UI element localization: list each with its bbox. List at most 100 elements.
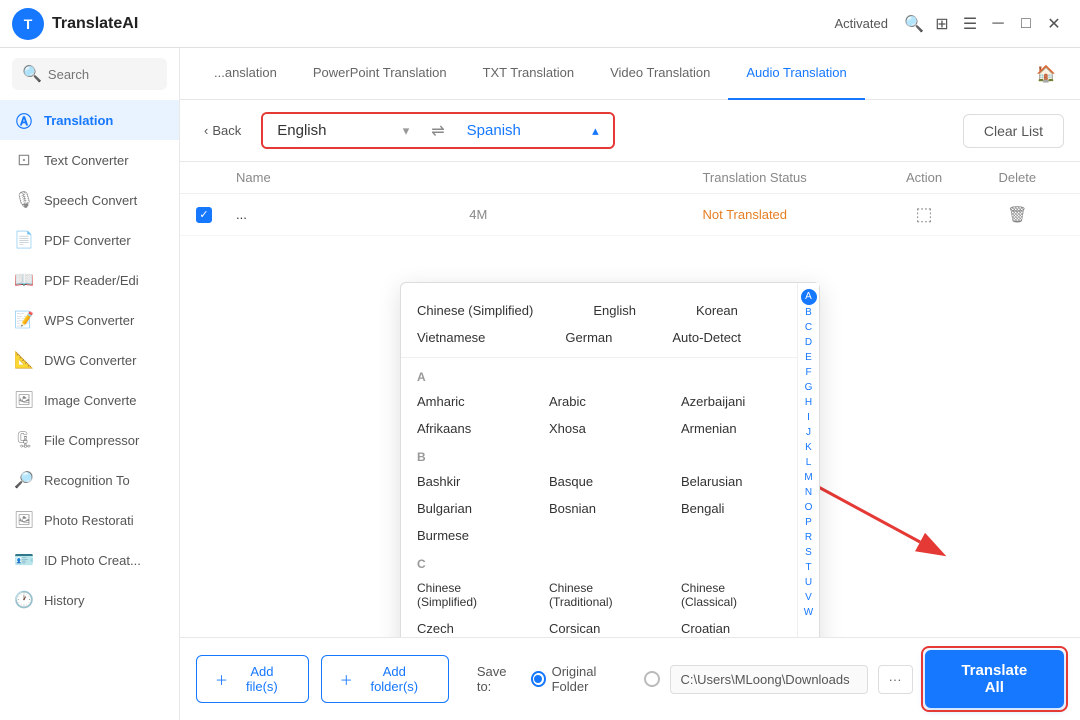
lang-chinese-traditional[interactable]: Chinese (Traditional) [533,575,665,615]
lang-xhosa[interactable]: Xhosa [533,415,665,442]
close-btn[interactable]: ✕ [1040,10,1068,38]
search-input[interactable] [48,67,157,82]
alpha-t[interactable]: T [805,560,811,575]
sidebar-item-id-photo[interactable]: 🪪 ID Photo Creat... [0,540,179,580]
sidebar-item-history[interactable]: 🕐 History [0,580,179,620]
col-header-action: Action [877,170,970,185]
alpha-k[interactable]: K [805,440,812,455]
section-a-row1: Amharic Arabic Azerbaijani [401,388,797,415]
row-filesize: 4M [469,207,702,222]
alpha-g[interactable]: G [805,380,813,395]
sidebar-item-file-compressor[interactable]: 🗜 File Compressor [0,420,179,460]
lang-bosnian[interactable]: Bosnian [533,495,665,522]
lang-corsican[interactable]: Corsican [533,615,665,637]
add-folder-button[interactable]: ＋ Add folder(s) [321,655,449,703]
alpha-v[interactable]: V [805,590,812,605]
language-swap-icon[interactable]: ⇌ [427,121,448,141]
sidebar-item-speech-convert[interactable]: 🎙 Speech Convert [0,180,179,220]
top-lang-item[interactable]: Auto-Detect [672,330,741,345]
tab-video-translation[interactable]: Video Translation [592,48,728,100]
alpha-o[interactable]: O [805,500,813,515]
sidebar-item-pdf-reader[interactable]: 📖 PDF Reader/Edi [0,260,179,300]
source-language-select[interactable]: English ▾ [263,114,423,147]
minimize-btn[interactable]: ─ [984,10,1012,38]
search-icon-btn[interactable]: 🔍 [900,10,928,38]
lang-afrikaans[interactable]: Afrikaans [401,415,533,442]
search-icon: 🔍 [22,64,42,84]
search-box[interactable]: 🔍 [12,58,167,90]
custom-path-input[interactable] [670,665,868,694]
lang-chinese-simplified[interactable]: Chinese (Simplified) [401,575,533,615]
col-header-check [196,170,236,185]
top-lang-item[interactable]: English [593,303,636,318]
lang-azerbaijani[interactable]: Azerbaijani [665,388,797,415]
alpha-n[interactable]: N [805,485,812,500]
alpha-i[interactable]: I [807,410,810,425]
sidebar-item-text-converter[interactable]: ⊡ Text Converter [0,140,179,180]
lang-chinese-classical[interactable]: Chinese (Classical) [665,575,797,615]
alpha-j[interactable]: J [806,425,811,440]
lang-amharic[interactable]: Amharic [401,388,533,415]
alpha-s[interactable]: S [805,545,812,560]
checkbox-icon[interactable]: ✓ [196,207,212,223]
tab-audio-translation[interactable]: Audio Translation [728,48,864,100]
add-files-button[interactable]: ＋ Add file(s) [196,655,309,703]
alpha-b[interactable]: B [805,305,812,320]
radio-custom-path[interactable] [644,671,660,687]
maximize-btn[interactable]: □ [1012,10,1040,38]
alpha-f[interactable]: F [805,365,811,380]
lang-burmese[interactable]: Burmese [401,522,533,549]
sidebar-item-pdf-converter[interactable]: 📄 PDF Converter [0,220,179,260]
alpha-p[interactable]: P [805,515,812,530]
alpha-e[interactable]: E [805,350,812,365]
lang-croatian[interactable]: Croatian [665,615,797,637]
alpha-w[interactable]: W [804,605,813,620]
speech-convert-icon: 🎙 [14,190,34,210]
lang-bengali[interactable]: Bengali [665,495,797,522]
back-button[interactable]: ‹ Back [196,119,249,142]
lang-b-empty1 [533,522,665,549]
top-lang-item[interactable]: Vietnamese [417,330,485,345]
lang-bashkir[interactable]: Bashkir [401,468,533,495]
row-delete-icon[interactable]: 🗑 [971,205,1064,225]
lang-basque[interactable]: Basque [533,468,665,495]
lang-bulgarian[interactable]: Bulgarian [401,495,533,522]
tab-doc-translation[interactable]: ...anslation [196,48,295,100]
target-language-select[interactable]: Spanish ▴ [453,114,613,147]
alpha-a[interactable]: A [801,289,817,305]
top-lang-item[interactable]: German [565,330,612,345]
sidebar-item-recognition[interactable]: 🔎 Recognition To [0,460,179,500]
alpha-d[interactable]: D [805,335,812,350]
lang-belarusian[interactable]: Belarusian [665,468,797,495]
sidebar-item-image-converter[interactable]: 🖼 Image Converte [0,380,179,420]
sidebar-item-wps-converter[interactable]: 📝 WPS Converter [0,300,179,340]
lang-czech[interactable]: Czech [401,615,533,637]
row-checkbox[interactable]: ✓ [196,207,236,223]
sidebar-item-photo-restoration[interactable]: 🖼 Photo Restorati [0,500,179,540]
top-lang-row-1: Chinese (Simplified) English Korean [401,297,797,324]
top-lang-item[interactable]: Korean [696,303,738,318]
lang-armenian[interactable]: Armenian [665,415,797,442]
top-lang-item[interactable]: Chinese (Simplified) [417,303,533,318]
tab-ppt-translation[interactable]: PowerPoint Translation [295,48,465,100]
path-more-button[interactable]: ··· [878,665,913,694]
sidebar-item-translation[interactable]: Ⓐ Translation [0,100,179,140]
lang-arabic[interactable]: Arabic [533,388,665,415]
alpha-m[interactable]: M [804,470,812,485]
translate-all-button[interactable]: Translate All [925,650,1064,708]
sidebar-item-dwg-converter[interactable]: 📐 DWG Converter [0,340,179,380]
home-icon-btn[interactable]: 🏠 [1028,56,1064,92]
tab-txt-translation[interactable]: TXT Translation [465,48,593,100]
alpha-l[interactable]: L [806,455,812,470]
alpha-h[interactable]: H [805,395,812,410]
tab-bar: ...anslation PowerPoint Translation TXT … [180,48,1080,100]
alpha-u[interactable]: U [805,575,812,590]
menu-icon-btn[interactable]: ☰ [956,10,984,38]
row-action-icon[interactable]: ⬚ [877,204,970,225]
alpha-c[interactable]: C [805,320,812,335]
grid-icon-btn[interactable]: ⊞ [928,10,956,38]
translation-icon: Ⓐ [14,110,34,130]
radio-original-folder[interactable]: Original Folder [531,664,628,694]
alpha-r[interactable]: R [805,530,812,545]
clear-list-button[interactable]: Clear List [963,114,1064,148]
